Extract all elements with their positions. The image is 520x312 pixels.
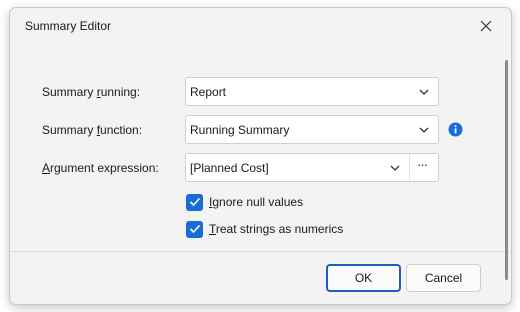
- chevron-down-icon: [419, 89, 429, 95]
- treat-strings-numerics-checkbox[interactable]: Treat strings as numerics: [186, 220, 343, 238]
- checkmark-icon: [189, 224, 200, 234]
- close-icon: [480, 20, 492, 32]
- checkmark-icon: [189, 197, 200, 207]
- summary-running-dropdown[interactable]: Report: [185, 77, 439, 106]
- argument-expression-field[interactable]: [Planned Cost] ···: [185, 153, 439, 182]
- summary-running-label: Summary running:: [42, 85, 141, 99]
- summary-function-value: Running Summary: [190, 123, 290, 137]
- footer-separator: [10, 251, 511, 252]
- ok-button[interactable]: OK: [326, 264, 401, 292]
- title-bar: Summary Editor: [10, 8, 511, 46]
- argument-expression-value: [Planned Cost]: [190, 161, 269, 175]
- treat-strings-numerics-label: Treat strings as numerics: [209, 222, 344, 236]
- ignore-null-values-label: Ignore null values: [209, 195, 304, 209]
- field-divider: [409, 154, 410, 181]
- chevron-down-icon: [419, 127, 429, 133]
- close-button[interactable]: [471, 13, 501, 39]
- summary-running-value: Report: [190, 85, 227, 99]
- checkbox-box[interactable]: [186, 220, 203, 238]
- vertical-scrollbar[interactable]: [505, 60, 508, 280]
- info-icon[interactable]: [448, 122, 463, 137]
- summary-editor-dialog: Summary Editor Summary running: Report S…: [9, 7, 512, 305]
- cancel-button[interactable]: Cancel: [406, 264, 481, 292]
- summary-function-dropdown[interactable]: Running Summary: [185, 115, 439, 144]
- dialog-title: Summary Editor: [25, 19, 112, 33]
- chevron-down-icon[interactable]: [389, 163, 401, 173]
- argument-expression-label: Argument expression:: [42, 161, 159, 175]
- summary-function-label: Summary function:: [42, 123, 143, 137]
- checkbox-box[interactable]: [186, 193, 203, 211]
- ellipsis-button[interactable]: ···: [414, 158, 430, 176]
- ignore-null-values-checkbox[interactable]: Ignore null values: [186, 193, 303, 211]
